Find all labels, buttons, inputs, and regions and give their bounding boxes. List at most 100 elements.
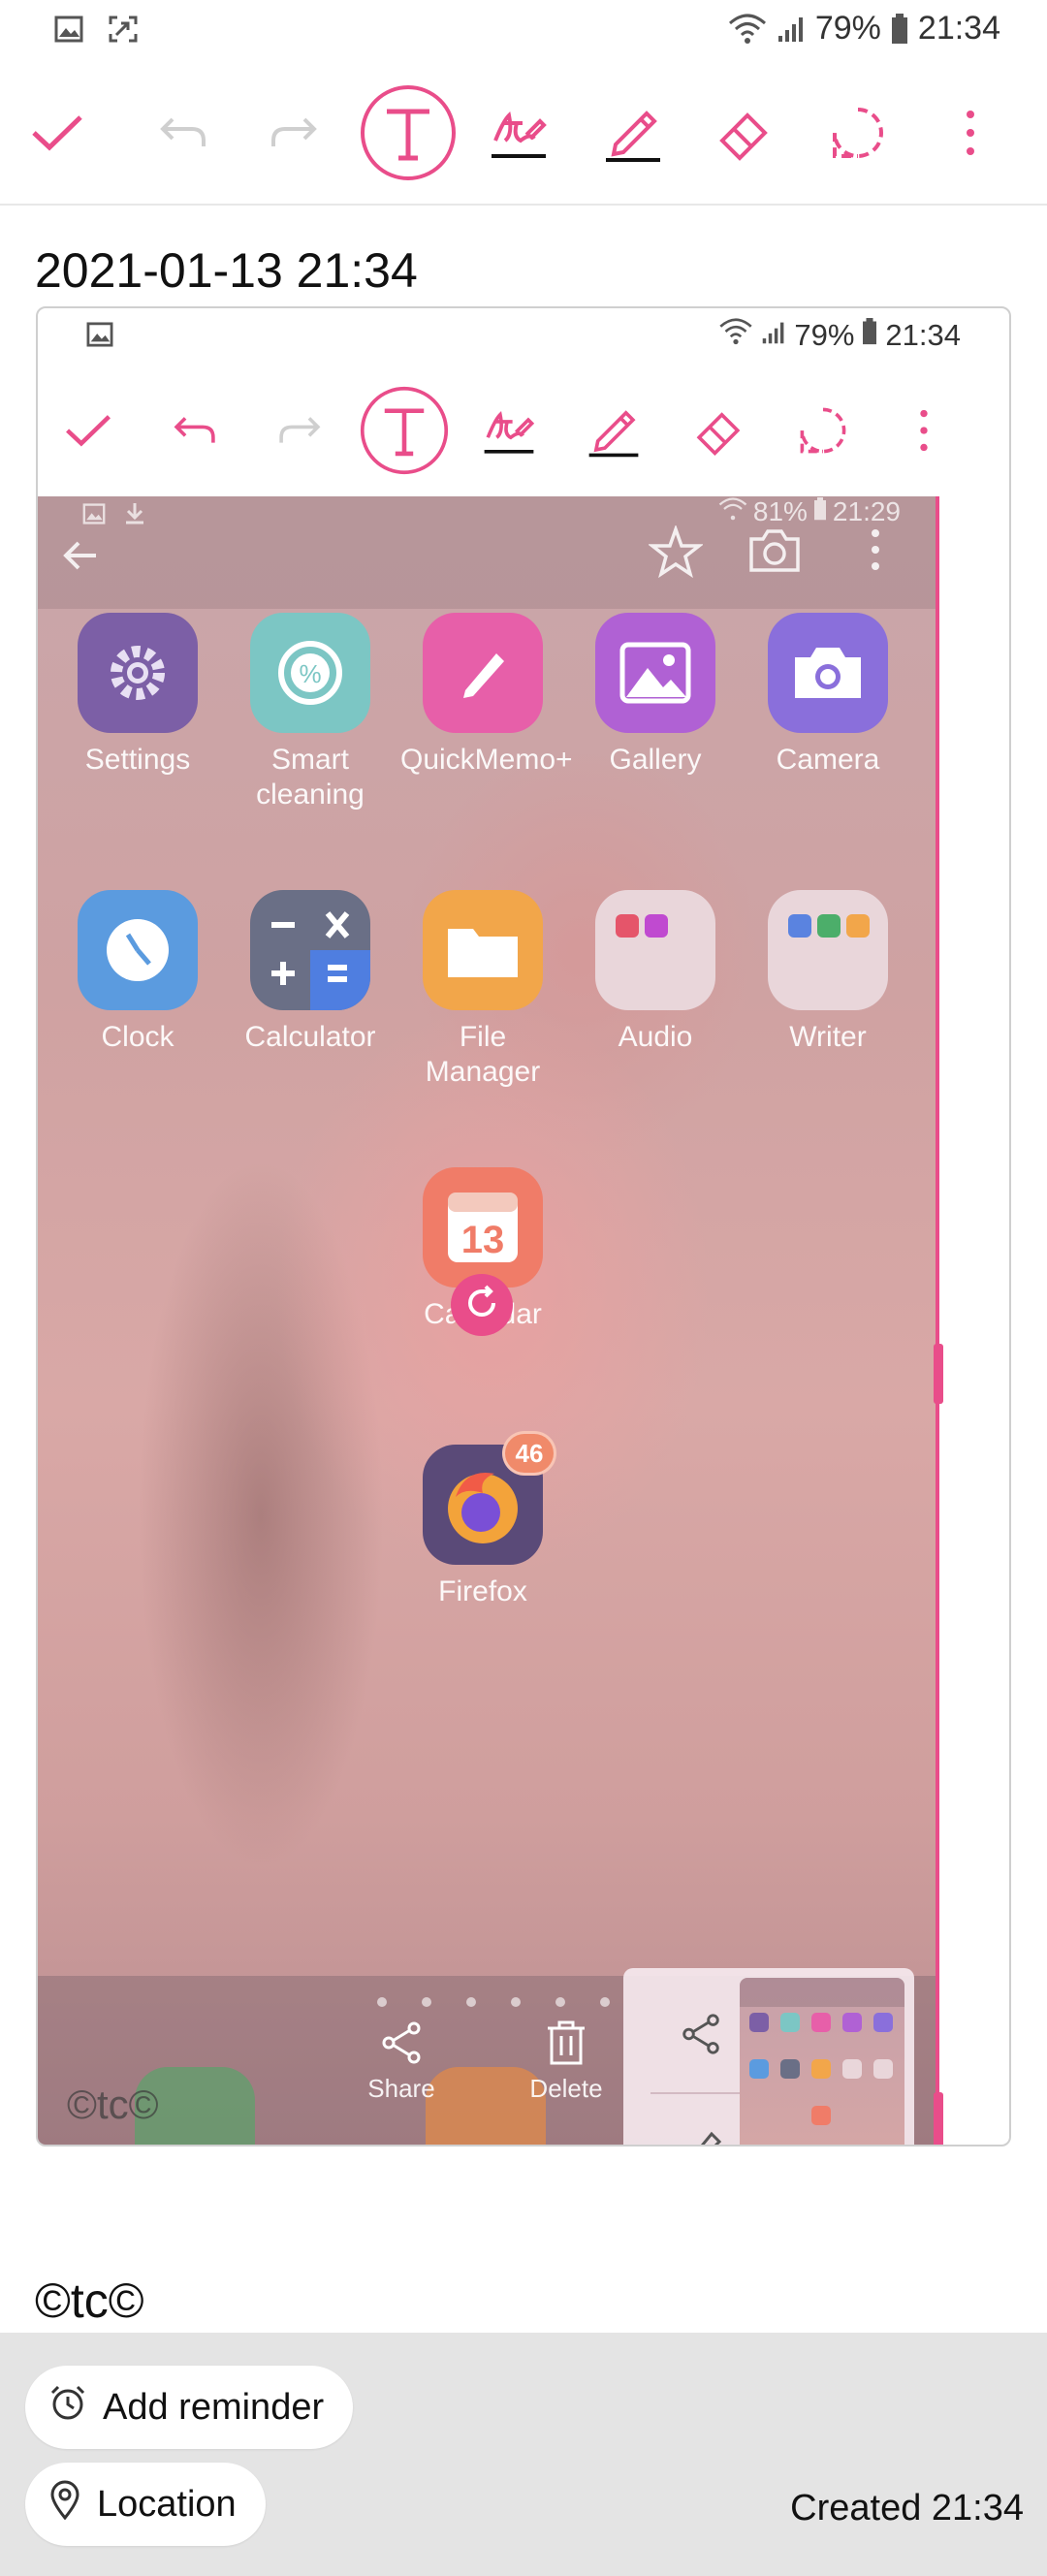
wifi-icon bbox=[718, 318, 753, 353]
trash-icon bbox=[544, 2020, 588, 2073]
created-timestamp: Created 21:34 bbox=[790, 2488, 1024, 2528]
battery-percent: 79% bbox=[814, 10, 881, 47]
eraser-icon bbox=[692, 404, 745, 457]
add-reminder-button[interactable]: Add reminder bbox=[25, 2366, 354, 2449]
pen-icon bbox=[602, 102, 664, 164]
settings-icon bbox=[78, 613, 198, 733]
embedded-screenshot[interactable]: 79% 21:34 81% 21:29 Settings % Smart cle… bbox=[36, 306, 1011, 2147]
redo-icon bbox=[277, 413, 322, 448]
battery-percent: 81% bbox=[752, 496, 808, 526]
svg-text:%: % bbox=[299, 659, 321, 688]
pen-icon bbox=[586, 402, 642, 459]
share-action: Share bbox=[358, 2019, 445, 2104]
firefox-icon: 46 bbox=[423, 1431, 556, 1565]
app-calculator: Calculator bbox=[228, 890, 393, 1055]
app-gallery: Gallery bbox=[573, 613, 738, 778]
smart-cleaning-icon: % bbox=[250, 613, 370, 733]
star-icon bbox=[647, 524, 705, 585]
crop-handle-right[interactable] bbox=[934, 1344, 943, 1404]
battery-icon bbox=[862, 318, 877, 353]
more-options-button bbox=[875, 372, 972, 489]
undo-button[interactable] bbox=[130, 70, 237, 196]
edit-button[interactable] bbox=[652, 2104, 749, 2145]
camera-icon bbox=[747, 525, 802, 579]
crop-edge-right bbox=[936, 496, 939, 2145]
clock-time: 21:29 bbox=[832, 496, 901, 526]
app-writer-folder: Writer bbox=[746, 890, 910, 1055]
gallery-icon bbox=[595, 613, 715, 733]
page-indicator bbox=[377, 1997, 610, 2007]
text-mode-icon bbox=[360, 84, 457, 181]
notification-badge: 46 bbox=[502, 1431, 556, 1476]
handwriting-icon bbox=[481, 402, 537, 459]
quickmemo-icon bbox=[423, 613, 543, 733]
status-bar: 79% 21:34 bbox=[0, 0, 1047, 62]
location-pin-icon bbox=[48, 2479, 81, 2529]
eraser-icon bbox=[714, 104, 773, 162]
screenshot-thumbnail[interactable] bbox=[740, 1978, 904, 2145]
calculator-icon bbox=[250, 890, 370, 1010]
bottom-bar: Add reminder Location Created 21:34 bbox=[0, 2333, 1047, 2576]
app-label: File Manager bbox=[425, 1021, 541, 1088]
clock-app-icon bbox=[78, 890, 198, 1010]
app-label: Smart cleaning bbox=[256, 744, 365, 811]
crop-handle-corner[interactable] bbox=[934, 2092, 943, 2145]
lasso-select-button[interactable] bbox=[805, 70, 911, 196]
file-manager-icon bbox=[423, 890, 543, 1010]
share-button[interactable] bbox=[652, 1988, 749, 2084]
app-settings: Settings bbox=[55, 613, 220, 778]
share-label: Share bbox=[367, 2074, 435, 2103]
eraser-button bbox=[670, 372, 767, 489]
wifi-icon bbox=[728, 14, 767, 45]
lasso-select-icon bbox=[829, 104, 887, 162]
redo-button bbox=[251, 372, 348, 489]
image-watermark: ©tc© bbox=[67, 2082, 159, 2127]
undo-button bbox=[146, 372, 243, 489]
location-label: Location bbox=[97, 2483, 237, 2525]
more-icon bbox=[965, 109, 976, 157]
handwriting-button bbox=[460, 372, 557, 489]
pen-button bbox=[565, 372, 662, 489]
more-options-button[interactable] bbox=[917, 70, 1024, 196]
app-label: Firefox bbox=[438, 1575, 527, 1607]
done-button bbox=[40, 372, 137, 489]
battery-icon bbox=[813, 496, 827, 527]
writer-folder-icon bbox=[768, 890, 888, 1010]
text-mode-button[interactable] bbox=[355, 70, 461, 196]
redo-button[interactable] bbox=[240, 70, 347, 196]
audio-folder-icon bbox=[595, 890, 715, 1010]
app-quickmemo: QuickMemo+ bbox=[400, 613, 573, 778]
more-icon bbox=[870, 525, 881, 579]
app-label: Camera bbox=[776, 744, 880, 776]
back-arrow-icon bbox=[57, 531, 106, 585]
download-icon bbox=[123, 500, 146, 531]
note-text[interactable]: ©tc© bbox=[35, 2273, 144, 2329]
app-camera: Camera bbox=[746, 613, 910, 778]
check-icon bbox=[64, 413, 112, 448]
eraser-button[interactable] bbox=[690, 70, 797, 196]
calendar-date: 13 bbox=[461, 1219, 505, 1261]
gallery-notification-icon bbox=[82, 500, 106, 531]
screenshot-notification-icon bbox=[109, 16, 138, 48]
editor-toolbar bbox=[0, 70, 1047, 196]
calendar-icon: 13 bbox=[423, 1167, 543, 1288]
location-button[interactable]: Location bbox=[25, 2463, 266, 2546]
handwriting-button[interactable] bbox=[465, 70, 572, 196]
app-label: Gallery bbox=[609, 744, 702, 776]
wifi-icon bbox=[718, 496, 747, 527]
pen-button[interactable] bbox=[580, 70, 686, 196]
redo-icon bbox=[270, 113, 318, 152]
note-date: 2021-01-13 21:34 bbox=[35, 243, 418, 298]
app-label: Clock bbox=[101, 1021, 174, 1053]
app-audio-folder: Audio bbox=[573, 890, 738, 1055]
app-label: Writer bbox=[789, 1021, 867, 1053]
signal-icon bbox=[777, 15, 806, 44]
delete-action: Delete bbox=[523, 2019, 610, 2104]
app-label: Calculator bbox=[244, 1021, 376, 1053]
share-icon bbox=[377, 2021, 426, 2073]
screenshot-viewer-bar: 81% 21:29 bbox=[38, 496, 939, 609]
rotate-icon bbox=[462, 1284, 501, 1327]
alarm-clock-icon bbox=[48, 2383, 87, 2432]
done-button[interactable] bbox=[4, 70, 111, 196]
toolbar-divider bbox=[0, 204, 1047, 206]
